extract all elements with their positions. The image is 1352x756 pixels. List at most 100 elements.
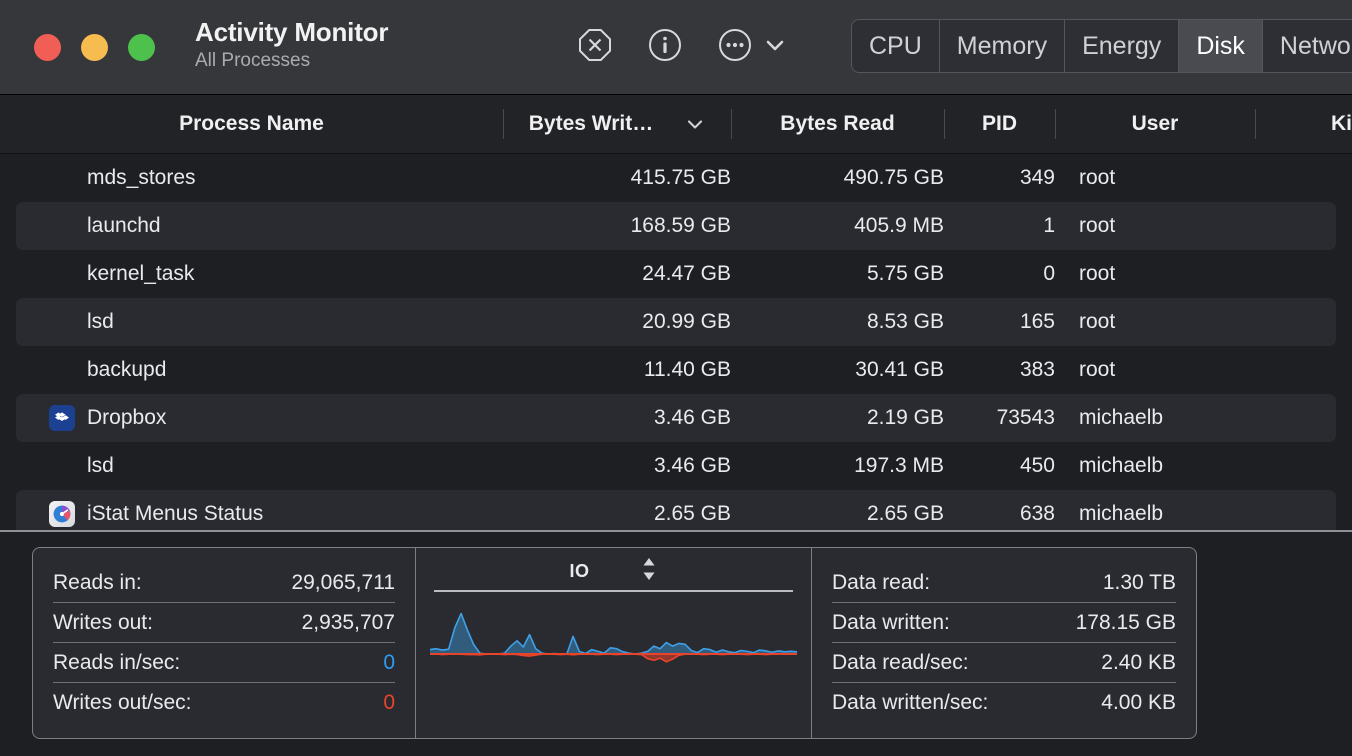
process-name-label: mds_stores: [87, 166, 196, 189]
column-header-label: Ki: [1331, 112, 1352, 135]
tab-energy[interactable]: Energy: [1065, 20, 1180, 72]
tab-memory[interactable]: Memory: [940, 20, 1066, 72]
cell-bytes-read: 197.3 MB: [854, 454, 944, 477]
more-options-group[interactable]: [718, 28, 786, 67]
sort-chevron-down-icon[interactable]: [685, 114, 705, 134]
up-down-stepper-icon[interactable]: [640, 556, 658, 587]
cell-process-name: lsd: [16, 310, 503, 334]
tab-cpu[interactable]: CPU: [852, 20, 940, 72]
cell-process-name: lsd: [16, 454, 503, 478]
cell-process-name: backupd: [16, 358, 503, 382]
stat-label: Writes out:: [53, 610, 153, 634]
inspect-process-info-icon[interactable]: [648, 28, 682, 67]
stat-label: Data read:: [832, 570, 931, 594]
cell-bytes-written: 2.65 GB: [653, 502, 731, 525]
table-row[interactable]: lsd 20.99 GB 8.53 GB 165 root: [16, 298, 1336, 346]
more-options-ellipsis-icon[interactable]: [718, 28, 752, 67]
window-titlebar: Activity Monitor All Processes CPU Memor…: [0, 0, 1352, 95]
cell-bytes-written: 11.40 GB: [643, 358, 731, 381]
cell-pid: 450: [1019, 454, 1055, 477]
chevron-down-icon[interactable]: [764, 34, 786, 61]
column-header-process-name[interactable]: Process Name: [0, 95, 503, 153]
stat-row: Writes out: 2,935,707: [53, 603, 395, 643]
column-divider: [731, 109, 732, 139]
tab-disk[interactable]: Disk: [1179, 20, 1263, 72]
stat-label: Reads in:: [53, 570, 142, 594]
stat-row: Reads in/sec: 0: [53, 643, 395, 683]
cell-user: michaelb: [1079, 502, 1164, 525]
cell-process-name: mds_stores: [16, 166, 503, 190]
table-column-headers: Process Name Bytes Writ… Bytes Read PID …: [0, 95, 1352, 154]
cell-user: michaelb: [1079, 406, 1164, 429]
process-table[interactable]: mds_stores 415.75 GB 490.75 GB 349 root launc…: [0, 154, 1352, 532]
stat-value: 0: [383, 691, 395, 714]
table-row[interactable]: iStat Menus Status 2.65 GB 2.65 GB 638 micha…: [16, 490, 1336, 532]
stat-value: 1.30 TB: [1102, 570, 1176, 594]
column-header-label: User: [1131, 112, 1179, 135]
stat-label: Data written/sec:: [832, 691, 989, 714]
cell-user: michaelb: [1079, 454, 1164, 477]
disk-statistics-footer: Reads in: 29,065,711 Writes out: 2,935,7…: [0, 532, 1352, 754]
cell-process-name: Dropbox: [16, 405, 503, 431]
stat-value: 4.00 KB: [1101, 691, 1176, 714]
stat-label: Data written:: [832, 610, 950, 634]
cell-bytes-read: 8.53 GB: [866, 310, 944, 333]
close-window-button[interactable]: [34, 33, 61, 61]
cell-bytes-written: 3.46 GB: [653, 454, 731, 477]
column-header-bytes-read[interactable]: Bytes Read: [731, 95, 944, 153]
table-row[interactable]: lsd 3.46 GB 197.3 MB 450 michaelb: [16, 442, 1336, 490]
data-totals-panel: Data read: 1.30 TB Data written: 178.15 …: [812, 547, 1197, 739]
view-tab-segmented-control[interactable]: CPU Memory Energy Disk Network: [851, 19, 1352, 73]
column-header-label: Bytes Writ…: [528, 112, 654, 135]
cell-user: root: [1079, 214, 1116, 237]
maximize-window-button[interactable]: [128, 33, 155, 61]
column-divider: [1055, 109, 1056, 139]
cell-bytes-read: 30.41 GB: [855, 358, 944, 381]
stat-label: Writes out/sec:: [53, 691, 192, 714]
cell-pid: 638: [1019, 502, 1055, 525]
cell-pid: 165: [1019, 310, 1055, 333]
io-graph-top-rule: [434, 590, 793, 592]
table-row[interactable]: launchd 168.59 GB 405.9 MB 1 root: [16, 202, 1336, 250]
column-header-user[interactable]: User: [1055, 95, 1255, 153]
cell-bytes-written: 3.46 GB: [653, 406, 731, 429]
cell-bytes-read: 5.75 GB: [866, 262, 944, 285]
cell-bytes-written: 168.59 GB: [630, 214, 731, 237]
io-graph-panel: IO: [415, 547, 812, 739]
io-graph-title: IO: [569, 560, 590, 581]
cell-user: root: [1079, 310, 1116, 333]
cell-bytes-read: 490.75 GB: [843, 166, 944, 189]
title-block: Activity Monitor All Processes: [195, 17, 388, 74]
column-header-kind[interactable]: Ki: [1255, 95, 1352, 153]
cell-user: root: [1079, 166, 1116, 189]
table-row[interactable]: kernel_task 24.47 GB 5.75 GB 0 root: [16, 250, 1336, 298]
stat-label: Data read/sec:: [832, 650, 969, 674]
column-header-bytes-written[interactable]: Bytes Writ…: [503, 95, 731, 153]
toolbar-icons: [578, 28, 786, 67]
stat-value: 0: [383, 650, 395, 674]
minimize-window-button[interactable]: [81, 33, 108, 61]
table-row[interactable]: mds_stores 415.75 GB 490.75 GB 349 root: [16, 154, 1336, 202]
io-graph-header: IO: [416, 548, 811, 590]
process-name-label: Dropbox: [87, 406, 167, 429]
window-subtitle: All Processes: [195, 50, 311, 72]
istat-menus-app-icon: [49, 501, 75, 527]
cell-pid: 1: [1043, 214, 1055, 237]
column-header-pid[interactable]: PID: [944, 95, 1055, 153]
io-counts-panel: Reads in: 29,065,711 Writes out: 2,935,7…: [32, 547, 415, 739]
process-name-label: backupd: [87, 358, 167, 381]
cell-bytes-read: 2.65 GB: [866, 502, 944, 525]
table-row[interactable]: backupd 11.40 GB 30.41 GB 383 root: [16, 346, 1336, 394]
stat-row: Writes out/sec: 0: [53, 683, 395, 723]
stop-process-octagon-x-icon[interactable]: [578, 28, 612, 67]
cell-pid: 73543: [996, 406, 1055, 429]
io-graph-body: [416, 590, 811, 738]
cell-bytes-read: 405.9 MB: [854, 214, 944, 237]
tab-network[interactable]: Network: [1263, 20, 1352, 72]
stat-value: 29,065,711: [291, 570, 395, 594]
stat-row: Data read/sec: 2.40 KB: [832, 643, 1176, 683]
column-divider: [1255, 109, 1256, 139]
stat-value: 2.40 KB: [1101, 650, 1176, 674]
traffic-light-buttons: [34, 33, 155, 61]
table-row[interactable]: Dropbox 3.46 GB 2.19 GB 73543 michaelb: [16, 394, 1336, 442]
